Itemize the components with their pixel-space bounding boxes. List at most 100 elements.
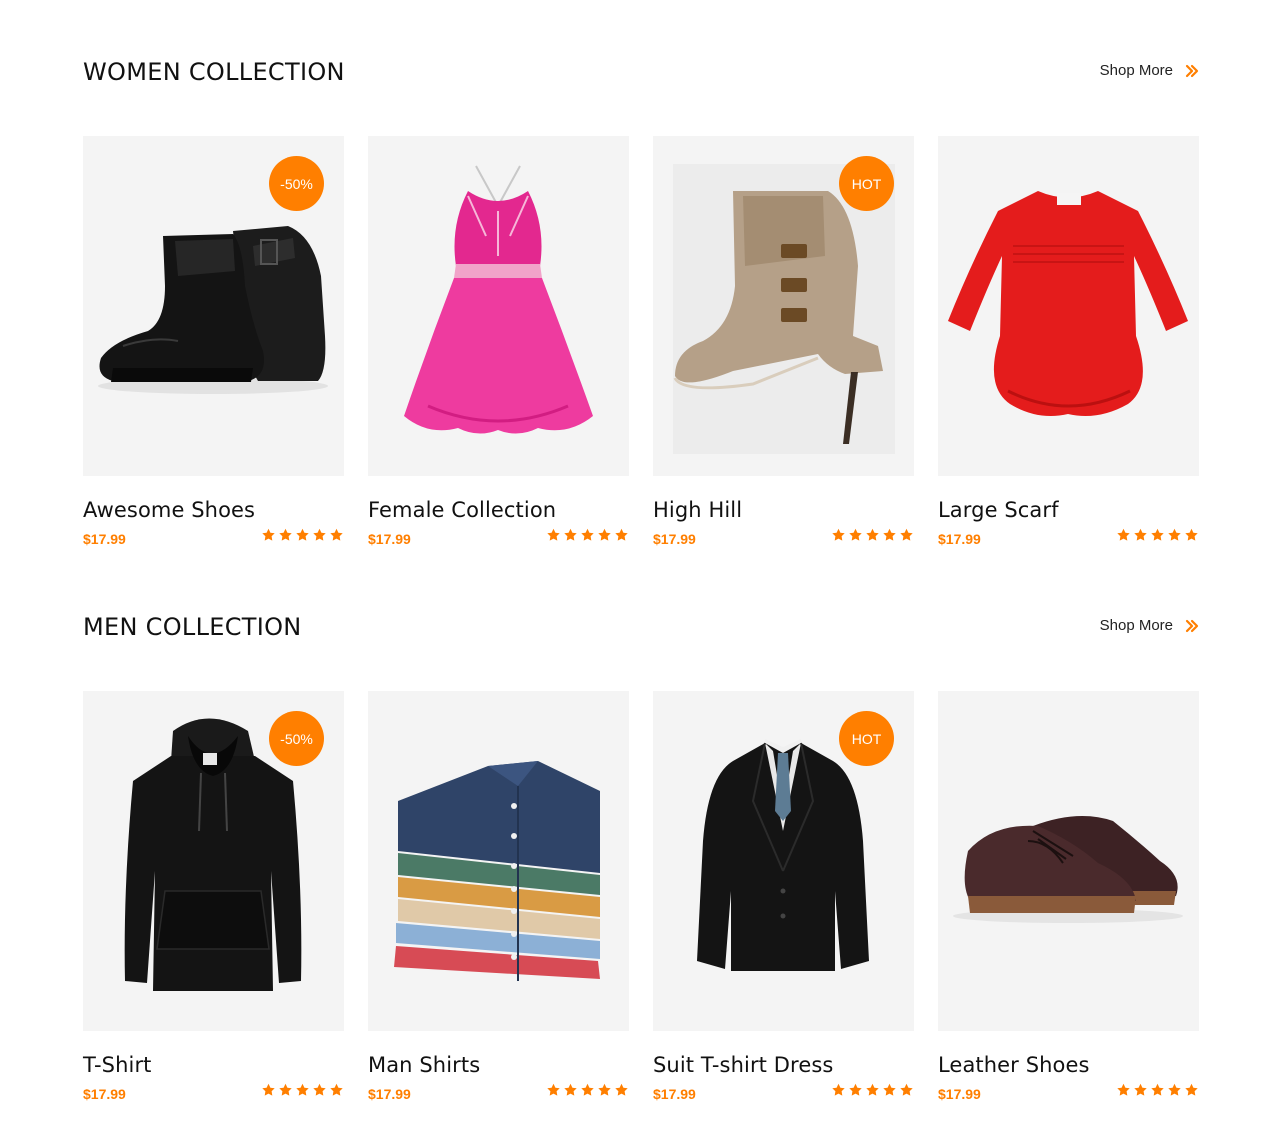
star-icon xyxy=(279,528,292,541)
product-meta: $17.99 xyxy=(938,1083,1199,1109)
star-icon xyxy=(313,528,326,541)
pink-dress-image xyxy=(404,165,593,434)
star-icon xyxy=(1134,528,1147,541)
product-image[interactable]: HOT xyxy=(653,691,914,1031)
star-icon xyxy=(1151,1083,1164,1096)
product-name[interactable]: Suit T-shirt Dress xyxy=(653,1053,914,1077)
star-rating xyxy=(546,528,629,542)
star-icon xyxy=(581,528,594,541)
star-icon xyxy=(564,528,577,541)
shop-more-label: Shop More xyxy=(1099,617,1173,634)
product-image[interactable] xyxy=(938,136,1199,476)
product-image[interactable] xyxy=(368,136,629,476)
star-icon xyxy=(1168,1083,1181,1096)
product-price: $17.99 xyxy=(368,531,411,547)
product-price: $17.99 xyxy=(83,531,126,547)
star-icon xyxy=(296,528,309,541)
star-icon xyxy=(849,528,862,541)
product-name[interactable]: Female Collection xyxy=(368,498,629,522)
star-icon xyxy=(866,528,879,541)
product-image[interactable] xyxy=(368,691,629,1031)
product-grid: -50% Awesome Shoes $17.99 Female Collect… xyxy=(83,136,1199,554)
star-icon xyxy=(615,528,628,541)
product-name[interactable]: Awesome Shoes xyxy=(83,498,344,522)
product-price: $17.99 xyxy=(653,1086,696,1102)
men-collection-section: MEN COLLECTION Shop More -50% T-Shirt $1… xyxy=(83,607,1199,1102)
star-icon xyxy=(1134,1083,1147,1096)
shop-more-link[interactable]: Shop More xyxy=(1100,62,1199,79)
women-collection-section: WOMEN COLLECTION Shop More -50% Awesome … xyxy=(83,52,1199,547)
product-meta: $17.99 xyxy=(938,528,1199,554)
star-rating xyxy=(1116,528,1199,542)
star-icon xyxy=(330,528,343,541)
star-icon xyxy=(1168,528,1181,541)
product-card[interactable]: HOT High Hill $17.99 xyxy=(653,136,914,554)
product-name[interactable]: Man Shirts xyxy=(368,1053,629,1077)
star-icon xyxy=(1151,528,1164,541)
product-meta: $17.99 xyxy=(368,1083,629,1109)
sale-badge: -50% xyxy=(269,711,324,766)
star-icon xyxy=(296,1083,309,1096)
product-meta: $17.99 xyxy=(83,1083,344,1109)
shop-more-link[interactable]: Shop More xyxy=(1100,617,1199,634)
folded-shirts-image xyxy=(394,761,600,981)
star-rating xyxy=(546,1083,629,1097)
hot-badge: HOT xyxy=(839,156,894,211)
product-card[interactable]: Man Shirts $17.99 xyxy=(368,691,629,1109)
star-icon xyxy=(883,528,896,541)
product-meta: $17.99 xyxy=(83,528,344,554)
star-icon xyxy=(883,1083,896,1096)
product-price: $17.99 xyxy=(938,1086,981,1102)
star-icon xyxy=(598,1083,611,1096)
star-icon xyxy=(900,1083,913,1096)
star-icon xyxy=(581,1083,594,1096)
product-card[interactable]: Female Collection $17.99 xyxy=(368,136,629,554)
star-icon xyxy=(313,1083,326,1096)
product-meta: $17.99 xyxy=(653,1083,914,1109)
section-title: MEN COLLECTION xyxy=(83,613,302,641)
product-image[interactable] xyxy=(938,691,1199,1031)
star-icon xyxy=(1117,528,1130,541)
star-icon xyxy=(832,528,845,541)
star-icon xyxy=(564,1083,577,1096)
star-icon xyxy=(330,1083,343,1096)
product-image[interactable]: -50% xyxy=(83,691,344,1031)
product-name[interactable]: Leather Shoes xyxy=(938,1053,1199,1077)
shop-more-label: Shop More xyxy=(1099,62,1173,79)
star-icon xyxy=(598,528,611,541)
product-grid: -50% T-Shirt $17.99 Man Shirts $17.99 HO… xyxy=(83,691,1199,1109)
star-icon xyxy=(1117,1083,1130,1096)
star-rating xyxy=(831,1083,914,1097)
product-name[interactable]: High Hill xyxy=(653,498,914,522)
product-card[interactable]: -50% Awesome Shoes $17.99 xyxy=(83,136,344,554)
product-price: $17.99 xyxy=(368,1086,411,1102)
star-icon xyxy=(900,528,913,541)
star-icon xyxy=(262,528,275,541)
product-meta: $17.99 xyxy=(653,528,914,554)
product-card[interactable]: Large Scarf $17.99 xyxy=(938,136,1199,554)
star-rating xyxy=(831,528,914,542)
product-price: $17.99 xyxy=(83,1086,126,1102)
hot-badge: HOT xyxy=(839,711,894,766)
section-title: WOMEN COLLECTION xyxy=(83,58,345,86)
star-icon xyxy=(866,1083,879,1096)
product-name[interactable]: Large Scarf xyxy=(938,498,1199,522)
star-icon xyxy=(1185,528,1198,541)
star-icon xyxy=(262,1083,275,1096)
product-card[interactable]: Leather Shoes $17.99 xyxy=(938,691,1199,1109)
star-icon xyxy=(547,1083,560,1096)
product-image[interactable]: -50% xyxy=(83,136,344,476)
section-header: WOMEN COLLECTION Shop More xyxy=(83,52,1199,96)
star-icon xyxy=(1185,1083,1198,1096)
product-image[interactable]: HOT xyxy=(653,136,914,476)
product-card[interactable]: HOT Suit T-shirt Dress $17.99 xyxy=(653,691,914,1109)
double-chevron-right-icon xyxy=(1185,64,1199,77)
product-card[interactable]: -50% T-Shirt $17.99 xyxy=(83,691,344,1109)
star-icon xyxy=(547,528,560,541)
star-icon xyxy=(832,1083,845,1096)
star-icon xyxy=(849,1083,862,1096)
product-price: $17.99 xyxy=(653,531,696,547)
star-rating xyxy=(261,528,344,542)
product-name[interactable]: T-Shirt xyxy=(83,1053,344,1077)
star-icon xyxy=(615,1083,628,1096)
